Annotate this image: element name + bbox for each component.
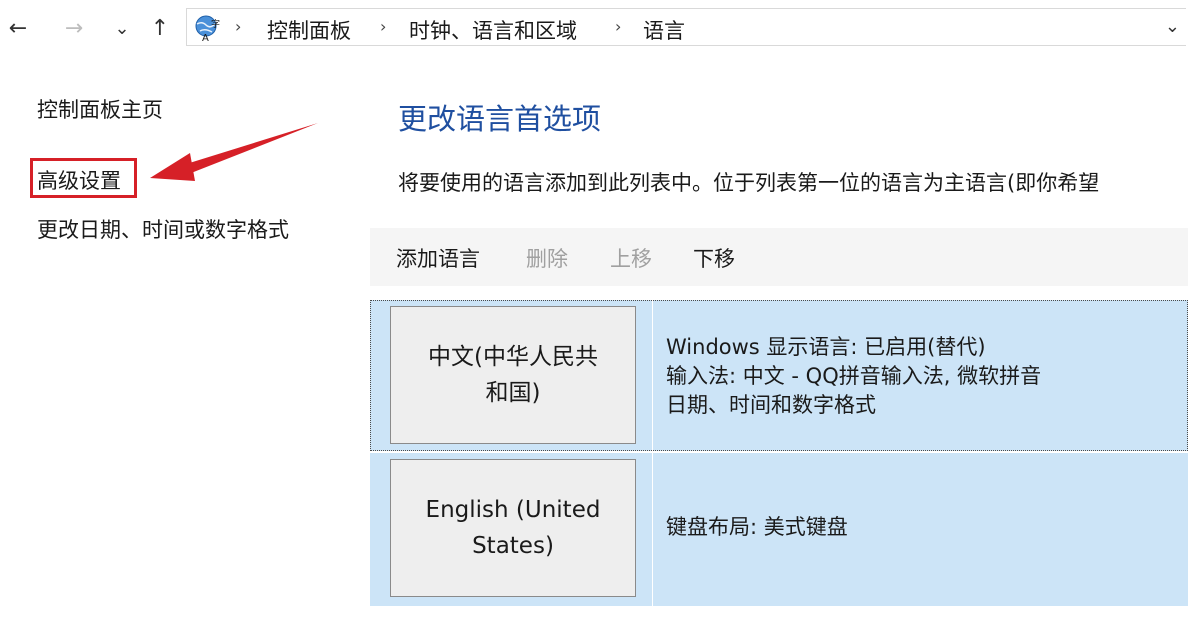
row-divider: [652, 453, 653, 606]
language-name-line: 中文(中华人民共: [428, 344, 598, 370]
language-list-item-chinese[interactable]: 中文(中华人民共 和国) Windows 显示语言: 已启用(替代) 输入法: …: [370, 300, 1188, 451]
detail-keyboard-layout: 键盘布局: 美式键盘: [666, 515, 848, 539]
move-up-button[interactable]: 上移: [610, 243, 652, 273]
move-down-button[interactable]: 下移: [693, 243, 735, 273]
page-description: 将要使用的语言添加到此列表中。位于列表第一位的语言为主语言(即你希望: [398, 171, 1100, 195]
language-toolbar: 添加语言 删除 上移 下移: [370, 228, 1188, 286]
language-name-tile[interactable]: English (United States): [390, 459, 636, 597]
page-title: 更改语言首选项: [398, 102, 602, 136]
language-details: 键盘布局: 美式键盘: [666, 513, 848, 542]
remove-language-button[interactable]: 删除: [526, 243, 568, 273]
language-name-line: English (United: [425, 497, 601, 523]
detail-input-method: 输入法: 中文 - QQ拼音输入法, 微软拼音: [666, 364, 1042, 388]
language-list-item-english[interactable]: English (United States) 键盘布局: 美式键盘: [370, 453, 1188, 606]
detail-date-time-format: 日期、时间和数字格式: [666, 393, 876, 417]
detail-display-language: Windows 显示语言: 已启用(替代): [666, 335, 986, 359]
language-details: Windows 显示语言: 已启用(替代) 输入法: 中文 - QQ拼音输入法,…: [666, 333, 1041, 420]
row-divider: [652, 300, 653, 451]
language-name-line: States): [472, 533, 554, 559]
language-name-tile[interactable]: 中文(中华人民共 和国): [390, 306, 636, 444]
language-name-line: 和国): [485, 380, 541, 406]
add-language-button[interactable]: 添加语言: [396, 243, 480, 273]
